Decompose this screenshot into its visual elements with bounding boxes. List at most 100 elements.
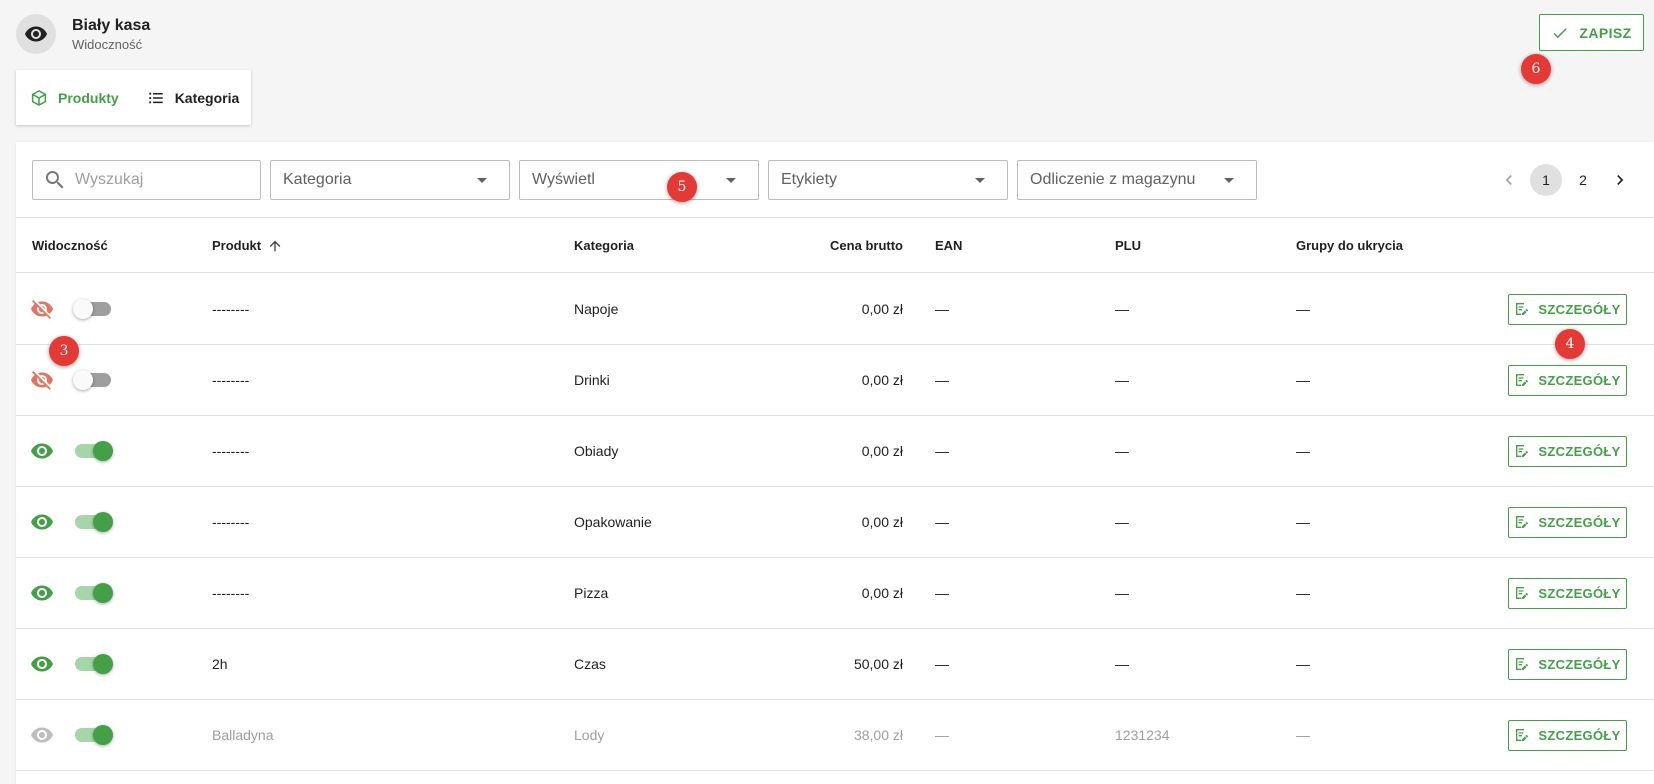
col-plu[interactable]: PLU — [1115, 218, 1141, 273]
details-button[interactable]: SZCZEGÓŁY — [1508, 577, 1627, 609]
plu-cell: — — [1115, 372, 1129, 388]
col-product[interactable]: Produkt — [212, 218, 283, 273]
col-ean[interactable]: EAN — [935, 218, 962, 273]
details-button[interactable]: SZCZEGÓŁY — [1508, 719, 1627, 751]
page-2-button[interactable]: 2 — [1567, 164, 1599, 196]
eye-icon — [25, 26, 47, 42]
annotation-badge-6: 6 — [1521, 54, 1551, 84]
visibility-toggle[interactable] — [75, 441, 113, 461]
search-input[interactable] — [75, 171, 245, 189]
col-category[interactable]: Kategoria — [574, 218, 634, 273]
visibility-toggle-cell — [75, 629, 113, 699]
toggle-knob — [93, 512, 113, 532]
product-cell: 2h — [212, 656, 228, 672]
page-header: Biały kasa Widoczność — [16, 14, 150, 54]
avatar — [16, 14, 56, 54]
ean-cell: — — [935, 372, 949, 388]
edit-note-icon — [1516, 445, 1529, 457]
page-1-button[interactable]: 1 — [1530, 164, 1562, 196]
table-row: -------- Obiady 0,00 zł — — — SZCZEGÓŁY — [16, 416, 1654, 487]
actions-cell: SZCZEGÓŁY — [1508, 629, 1627, 699]
category-cell: Czas — [574, 656, 606, 672]
visibility-toggle-cell — [73, 345, 111, 415]
page-subtitle: Widoczność — [72, 36, 143, 52]
check-icon — [1553, 27, 1568, 38]
groups-cell: — — [1296, 585, 1310, 601]
visibility-toggle-cell — [73, 274, 111, 344]
actions-cell: SZCZEGÓŁY — [1508, 416, 1627, 486]
visibility-toggle[interactable] — [75, 725, 113, 745]
table-row: -------- Napoje 0,00 zł — — — SZCZEGÓŁY — [16, 274, 1654, 345]
price-cell: 0,00 zł — [861, 372, 903, 388]
col-visibility[interactable]: Widoczność — [32, 218, 108, 273]
labels-select[interactable]: Etykiety — [768, 160, 1008, 200]
cube-icon — [31, 89, 47, 106]
actions-cell: SZCZEGÓŁY — [1508, 700, 1627, 770]
visibility-toggle-cell — [75, 487, 113, 557]
groups-cell: — — [1296, 727, 1310, 743]
stock-deduction-select[interactable]: Odliczenie z magazynu — [1017, 160, 1257, 200]
details-button[interactable]: SZCZEGÓŁY — [1508, 648, 1627, 680]
tab-produkty-label: Produkty — [58, 89, 119, 106]
details-button[interactable]: SZCZEGÓŁY — [1508, 506, 1627, 538]
category-cell: Obiady — [574, 443, 619, 459]
caret-down-icon — [975, 177, 985, 183]
visibility-toggle[interactable] — [73, 370, 111, 390]
col-price[interactable]: Cena brutto — [776, 218, 903, 273]
save-button[interactable]: ZAPISZ — [1539, 14, 1644, 51]
table-header: Widoczność Produkt Kategoria Cena brutto… — [16, 218, 1654, 273]
display-select[interactable]: Wyświetl — [519, 160, 759, 200]
details-button-label: SZCZEGÓŁY — [1538, 301, 1621, 317]
edit-note-icon — [1516, 374, 1529, 386]
tab-kategoria[interactable]: Kategoria — [133, 70, 254, 125]
eye-icon — [31, 727, 53, 743]
visibility-indicator — [30, 700, 54, 770]
products-card: Kategoria Wyświetl Etykiety Odliczenie z… — [16, 142, 1654, 784]
visibility-indicator — [30, 629, 54, 699]
caret-down-icon — [726, 177, 736, 183]
ean-cell: — — [935, 301, 949, 317]
col-groups[interactable]: Grupy do ukrycia — [1296, 218, 1403, 273]
col-product-label: Produkt — [212, 238, 262, 253]
category-cell: Napoje — [574, 301, 619, 317]
search-icon — [46, 171, 64, 189]
save-button-label: ZAPISZ — [1579, 24, 1632, 41]
toggle-knob — [93, 441, 113, 461]
edit-note-icon — [1516, 303, 1529, 315]
table-row: -------- Drinki 0,00 zł — — — SZCZEGÓŁY — [16, 345, 1654, 416]
table-row: Balladyna Lody 38,00 zł — 1231234 — SZCZEGÓŁY — [16, 700, 1654, 771]
visibility-toggle[interactable] — [73, 299, 111, 319]
visibility-toggle[interactable] — [75, 583, 113, 603]
price-cell: 50,00 zł — [853, 656, 903, 672]
prev-page-button[interactable] — [1493, 164, 1525, 196]
price-cell: 38,00 zł — [853, 727, 903, 743]
category-select-label: Kategoria — [283, 171, 352, 188]
visibility-toggle[interactable] — [75, 512, 113, 532]
visibility-indicator — [30, 487, 54, 557]
pagination: 1 2 — [1493, 164, 1641, 196]
ean-cell: — — [935, 727, 949, 743]
visibility-toggle[interactable] — [75, 654, 113, 674]
tab-produkty[interactable]: Produkty — [16, 70, 133, 125]
toggle-knob — [73, 370, 93, 390]
next-page-button[interactable] — [1604, 164, 1636, 196]
stock-deduction-select-label: Odliczenie z magazynu — [1030, 171, 1196, 188]
ean-cell: — — [935, 656, 949, 672]
ean-cell: — — [935, 514, 949, 530]
groups-cell: — — [1296, 656, 1310, 672]
search-field[interactable] — [32, 160, 261, 200]
eye-icon — [31, 585, 53, 601]
details-button[interactable]: SZCZEGÓŁY — [1508, 293, 1627, 325]
details-button[interactable]: SZCZEGÓŁY — [1508, 435, 1627, 467]
ean-cell: — — [935, 443, 949, 459]
toggle-knob — [93, 725, 113, 745]
eye-off-icon — [31, 300, 53, 319]
display-select-label: Wyświetl — [532, 171, 595, 188]
groups-cell: — — [1296, 514, 1310, 530]
filters-bar: Kategoria Wyświetl Etykiety Odliczenie z… — [32, 160, 1266, 200]
details-button[interactable]: SZCZEGÓŁY — [1508, 364, 1627, 396]
category-select[interactable]: Kategoria — [270, 160, 510, 200]
plu-cell: — — [1115, 514, 1129, 530]
list-icon — [148, 92, 163, 103]
product-cell: -------- — [212, 514, 250, 530]
